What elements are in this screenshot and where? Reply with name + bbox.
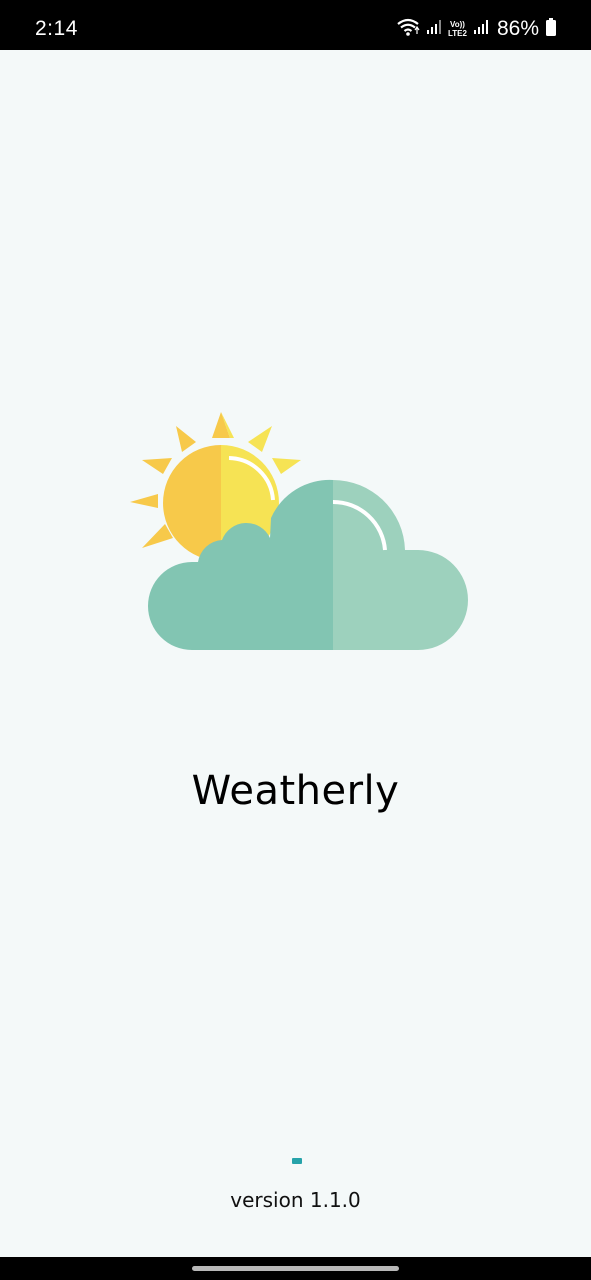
version-label: version 1.1.0: [230, 1188, 361, 1212]
loading-indicator: [292, 1158, 302, 1164]
navigation-bar: [0, 1257, 591, 1280]
app-title: Weatherly: [191, 768, 400, 814]
signal-icon: [426, 19, 442, 40]
battery-percent: 86%: [496, 17, 539, 40]
partly-cloudy-icon: [130, 412, 468, 650]
wifi-icon: [396, 17, 420, 42]
status-icons: Vo)) LTE2 86%: [396, 14, 557, 44]
lte-bottom-label: LTE2: [448, 29, 467, 38]
battery-icon: [545, 17, 557, 41]
status-time: 2:14: [35, 17, 78, 40]
lte-icon: Vo)) LTE2: [448, 20, 467, 38]
status-bar: 2:14 Vo)) LTE2 86%: [0, 0, 591, 50]
splash-screen: Weatherly version 1.1.0: [0, 50, 591, 1257]
lte-top-label: Vo)): [450, 20, 465, 29]
home-handle[interactable]: [192, 1266, 399, 1271]
signal-icon: [473, 19, 489, 40]
weather-logo: [128, 410, 468, 655]
